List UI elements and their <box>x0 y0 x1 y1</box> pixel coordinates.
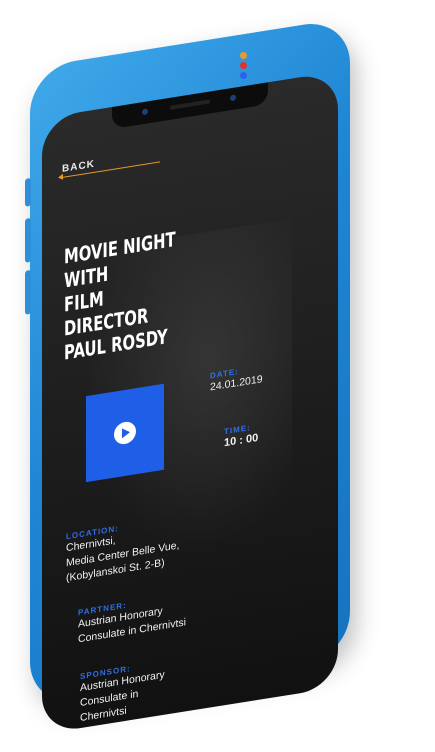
partner-section: PARTNER: Austrian Honorary Consulate in … <box>78 581 248 647</box>
indicator-dot-blue <box>240 72 247 79</box>
phone-device: BACK MOVIE NIGHT WITH FILM DIRECTOR PAUL… <box>25 0 360 735</box>
volume-up-button <box>25 217 31 263</box>
mute-switch <box>25 177 31 207</box>
indicator-dot-orange <box>240 52 247 59</box>
video-card[interactable] <box>86 383 164 483</box>
sensor-icon <box>142 108 148 116</box>
phone-screen: BACK MOVIE NIGHT WITH FILM DIRECTOR PAUL… <box>42 71 338 735</box>
volume-down-button <box>25 269 31 315</box>
speaker-grille <box>170 99 210 110</box>
phone-notch <box>112 82 268 130</box>
event-title: MOVIE NIGHT WITH FILM DIRECTOR PAUL ROSD… <box>64 225 190 365</box>
back-button[interactable]: BACK <box>60 154 160 179</box>
camera-icon <box>230 94 236 102</box>
sponsor-section: SPONSOR: Austrian Honorary Consulate in … <box>80 645 250 726</box>
indicator-dot-red <box>240 62 247 69</box>
play-icon[interactable] <box>122 427 130 439</box>
phone-frame: BACK MOVIE NIGHT WITH FILM DIRECTOR PAUL… <box>25 17 350 735</box>
color-indicator <box>240 52 435 82</box>
play-button[interactable] <box>114 420 136 446</box>
